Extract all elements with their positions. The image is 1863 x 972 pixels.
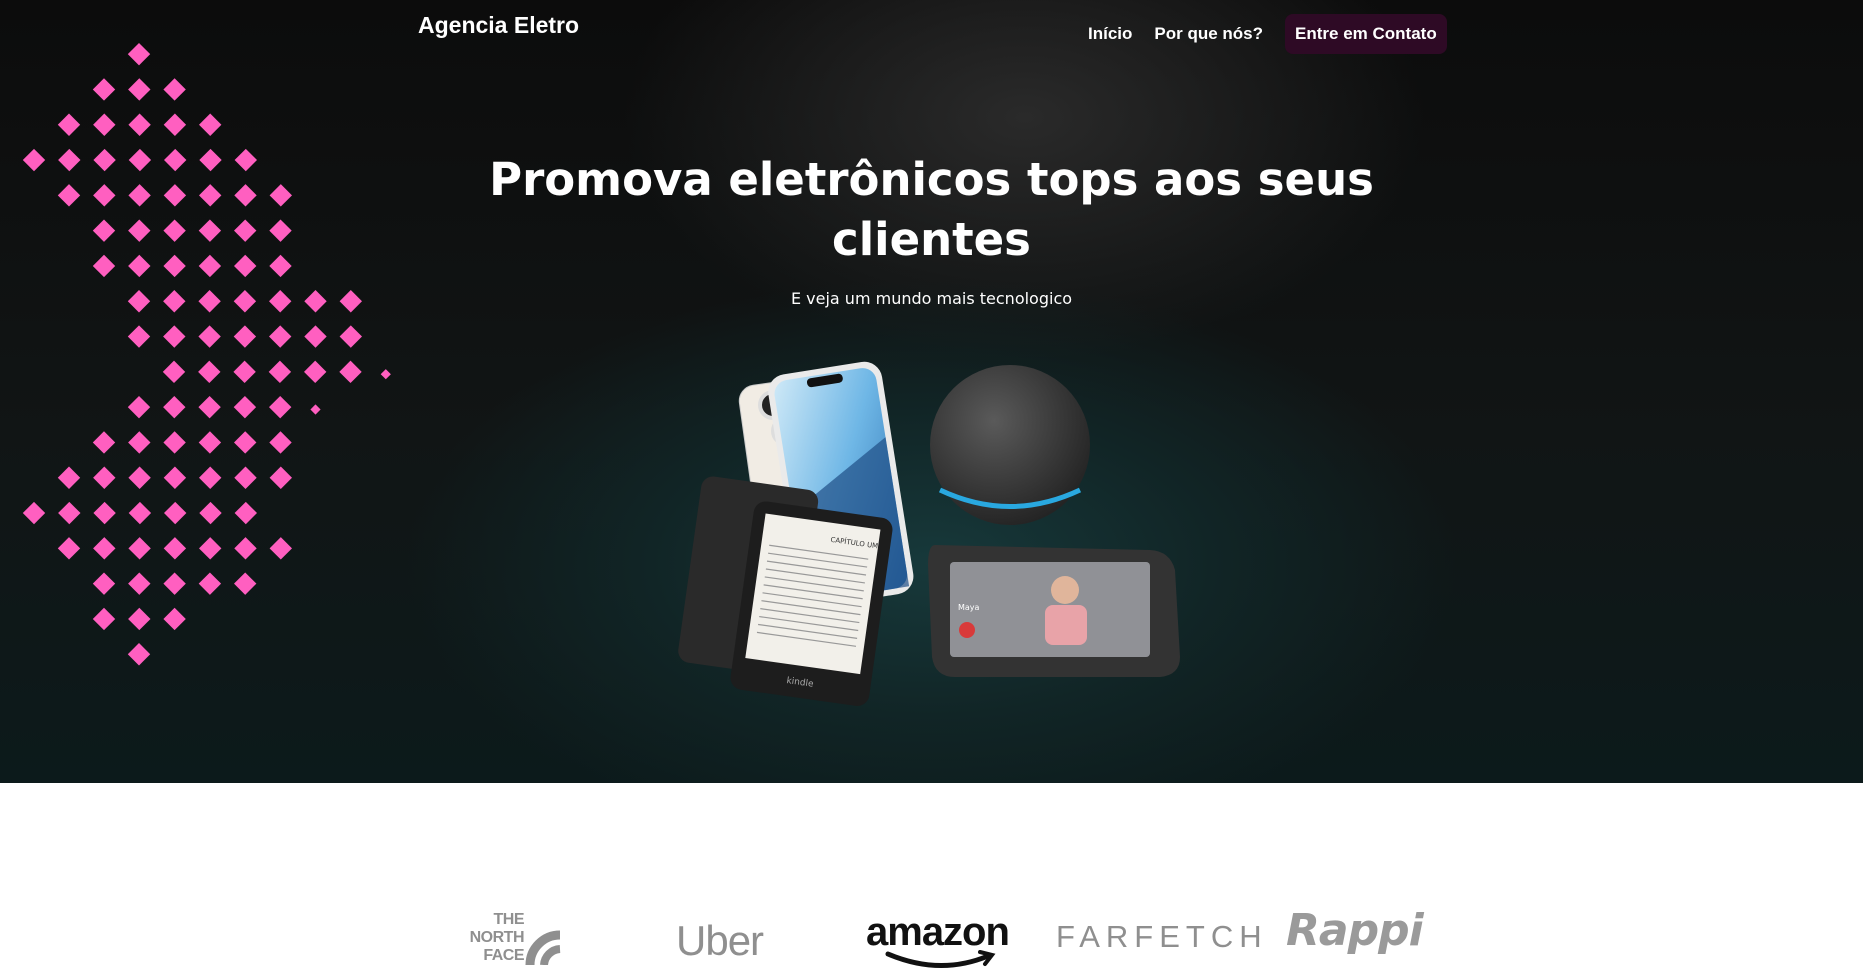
pattern-diamond bbox=[234, 537, 257, 560]
pattern-diamond bbox=[163, 78, 186, 101]
pattern-diamond bbox=[339, 360, 362, 384]
pattern-diamond bbox=[233, 572, 257, 595]
pattern-diamond bbox=[233, 431, 257, 454]
hero-title-line-2: clientes bbox=[832, 213, 1031, 266]
pattern-diamond bbox=[127, 325, 151, 348]
hero-subtitle: E veja um mundo mais tecnologico bbox=[790, 289, 1073, 308]
pattern-diamond bbox=[163, 607, 186, 631]
pattern-diamond bbox=[234, 501, 258, 525]
north-face-dome-icon bbox=[525, 930, 561, 965]
hero-title-line-1: Promova eletrônicos tops aos seus bbox=[489, 153, 1374, 206]
echo-dot-image bbox=[930, 365, 1090, 525]
pattern-diamond bbox=[339, 325, 363, 348]
pattern-diamond bbox=[198, 325, 221, 348]
pattern-diamond bbox=[198, 466, 222, 489]
pattern-diamond bbox=[163, 325, 186, 348]
pattern-diamond bbox=[93, 537, 116, 560]
pattern-diamond bbox=[127, 42, 151, 66]
pattern-diamond bbox=[128, 113, 151, 136]
echo-show-image: Maya bbox=[928, 545, 1180, 677]
pattern-diamond bbox=[93, 113, 116, 136]
pattern-diamond bbox=[127, 643, 151, 666]
pattern-diamond bbox=[128, 78, 151, 101]
pattern-diamond bbox=[233, 395, 257, 419]
echo-show-caller-text: Maya bbox=[958, 603, 980, 612]
site-logo[interactable]: Agencia Eletro bbox=[418, 12, 579, 39]
pattern-diamond bbox=[310, 404, 321, 415]
pattern-diamond bbox=[233, 325, 257, 348]
pattern-diamond bbox=[128, 431, 151, 454]
pattern-diamond bbox=[163, 395, 186, 419]
hero-title: Promova eletrônicos tops aos seus client… bbox=[0, 150, 1863, 270]
pattern-diamond bbox=[128, 607, 151, 631]
pattern-diamond bbox=[198, 113, 222, 136]
pattern-diamond bbox=[198, 537, 222, 560]
pattern-diamond bbox=[57, 466, 81, 489]
pattern-diamond bbox=[234, 466, 257, 489]
main-nav: Início Por que nós? Entre em Contato bbox=[1088, 14, 1447, 54]
nav-link-why[interactable]: Por que nós? bbox=[1154, 24, 1263, 44]
brand-logo-north-face: THE NORTH FACE bbox=[462, 905, 580, 965]
pattern-diamond bbox=[127, 395, 151, 419]
amazon-text: amazon bbox=[866, 910, 1010, 954]
pattern-diamond bbox=[163, 501, 187, 525]
pattern-diamond bbox=[128, 501, 152, 525]
brands-strip: THE NORTH FACE Uber amazon FARFETCH Rapp… bbox=[0, 905, 1863, 969]
pattern-diamond bbox=[163, 537, 187, 560]
pattern-diamond bbox=[92, 572, 116, 595]
diamond-pattern-right bbox=[1300, 0, 1780, 783]
pattern-diamond bbox=[269, 431, 292, 454]
nav-link-home[interactable]: Início bbox=[1088, 24, 1132, 44]
pattern-diamond bbox=[163, 113, 187, 136]
pattern-diamond bbox=[22, 501, 46, 525]
pattern-diamond bbox=[92, 431, 116, 454]
pattern-diamond bbox=[128, 537, 151, 560]
brand-logo-amazon: amazon bbox=[866, 910, 1010, 969]
pattern-diamond bbox=[93, 466, 116, 489]
brand-logo-rappi: Rappi bbox=[1286, 905, 1424, 956]
kindle-front-image: CAPÍTULO UM kindle bbox=[730, 501, 893, 706]
pattern-diamond bbox=[269, 466, 293, 489]
brand-logo-farfetch: FARFETCH bbox=[1056, 919, 1268, 954]
pattern-diamond bbox=[304, 325, 327, 348]
pattern-diamond bbox=[198, 360, 221, 384]
pattern-diamond bbox=[163, 466, 187, 489]
pattern-diamond bbox=[303, 360, 327, 384]
pattern-diamond bbox=[57, 537, 81, 560]
pattern-diamond bbox=[198, 572, 222, 595]
pattern-diamond bbox=[163, 572, 186, 595]
pattern-diamond bbox=[92, 607, 116, 631]
amazon-smile-icon bbox=[885, 950, 996, 969]
pattern-diamond bbox=[128, 572, 151, 595]
devices-image: CAPÍTULO UM kindle Maya bbox=[678, 361, 1180, 706]
pattern-diamond bbox=[268, 325, 292, 348]
brand-logo-uber: Uber bbox=[676, 917, 764, 964]
pattern-diamond bbox=[198, 431, 222, 454]
pattern-diamond bbox=[198, 395, 221, 419]
diamond-pattern-left bbox=[22, 42, 391, 666]
pattern-diamond bbox=[93, 501, 116, 525]
pattern-diamond bbox=[57, 113, 81, 136]
pattern-diamond bbox=[128, 466, 151, 489]
pattern-diamond bbox=[199, 501, 222, 525]
pattern-diamond bbox=[268, 360, 292, 384]
pattern-diamond bbox=[268, 395, 292, 419]
hero-section: Agencia Eletro Início Por que nós? Entre… bbox=[0, 0, 1863, 783]
pattern-diamond bbox=[162, 360, 186, 384]
contact-button[interactable]: Entre em Contato bbox=[1285, 14, 1447, 54]
pattern-diamond bbox=[92, 78, 116, 101]
pattern-diamond bbox=[269, 537, 293, 560]
pattern-diamond bbox=[58, 501, 81, 525]
pattern-diamond bbox=[163, 431, 186, 454]
pattern-diamond bbox=[233, 360, 256, 384]
pattern-diamond bbox=[380, 369, 391, 380]
